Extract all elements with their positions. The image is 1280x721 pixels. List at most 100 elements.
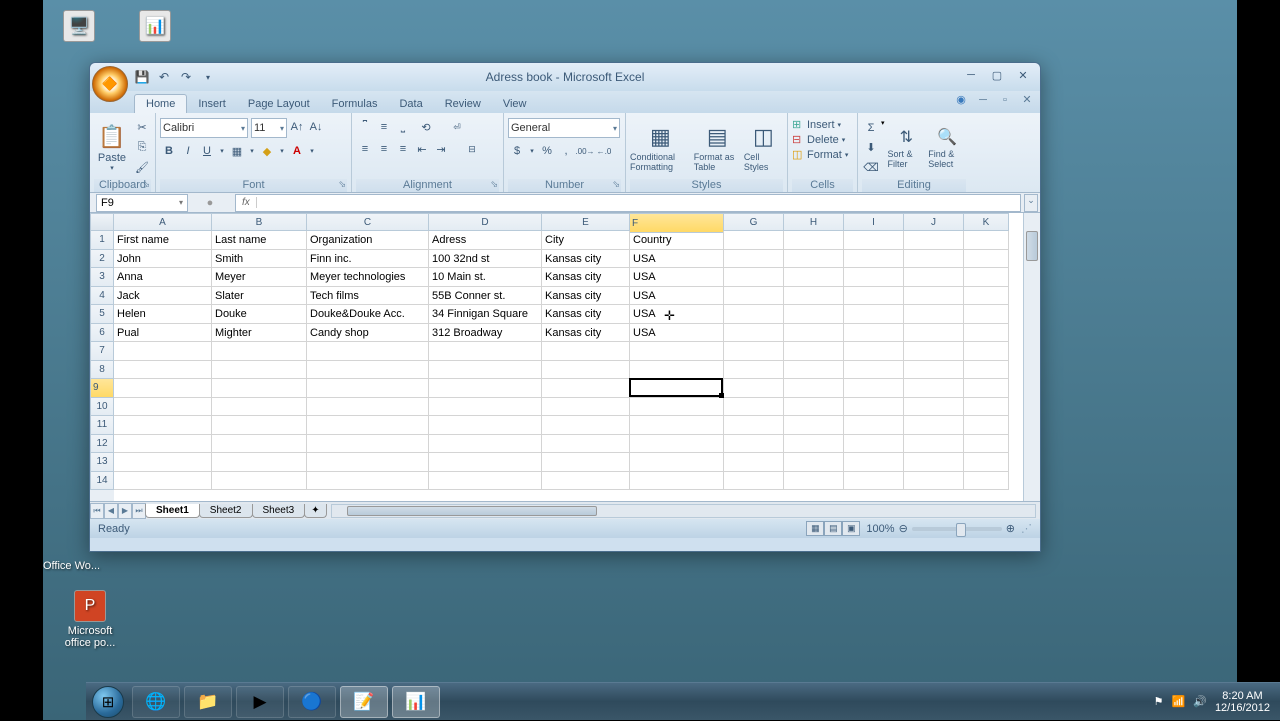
- row-header-6[interactable]: 6: [90, 324, 114, 343]
- taskbar-excel-icon[interactable]: 📊: [392, 686, 440, 718]
- percent-icon[interactable]: %: [538, 142, 556, 160]
- cell[interactable]: City: [542, 231, 630, 250]
- cell[interactable]: [784, 231, 844, 250]
- tab-formulas[interactable]: Formulas: [321, 95, 389, 113]
- zoom-out-icon[interactable]: ⊖: [899, 522, 908, 535]
- cell[interactable]: [844, 231, 904, 250]
- cell[interactable]: [630, 342, 724, 361]
- comma-icon[interactable]: ,: [557, 142, 575, 160]
- row-header-14[interactable]: 14: [90, 472, 114, 491]
- orientation-icon[interactable]: ⟲: [417, 118, 435, 136]
- cell[interactable]: [964, 453, 1009, 472]
- cell[interactable]: [784, 472, 844, 491]
- cell[interactable]: [724, 453, 784, 472]
- save-icon[interactable]: 💾: [134, 69, 150, 85]
- cell[interactable]: [542, 435, 630, 454]
- cell[interactable]: [630, 472, 724, 491]
- vertical-scrollbar[interactable]: [1023, 213, 1040, 501]
- cell[interactable]: [904, 435, 964, 454]
- clipboard-dialog-icon[interactable]: ⬂: [142, 179, 150, 190]
- cell[interactable]: Helen: [114, 305, 212, 324]
- cell[interactable]: Candy shop: [307, 324, 429, 343]
- cell[interactable]: Jack: [114, 287, 212, 306]
- desktop-icon-excel[interactable]: 📊: [131, 10, 179, 45]
- cell[interactable]: [114, 361, 212, 380]
- zoom-in-icon[interactable]: ⊕: [1006, 522, 1015, 535]
- cell[interactable]: [212, 453, 307, 472]
- cell[interactable]: [212, 361, 307, 380]
- increase-font-icon[interactable]: A↑: [288, 118, 306, 136]
- cell[interactable]: [724, 398, 784, 417]
- cell[interactable]: [784, 416, 844, 435]
- cell[interactable]: Kansas city: [542, 287, 630, 306]
- cell[interactable]: [724, 305, 784, 324]
- taskbar-clock[interactable]: 8:20 AM12/16/2012: [1215, 690, 1270, 714]
- tab-view[interactable]: View: [492, 95, 538, 113]
- cell[interactable]: Kansas city: [542, 250, 630, 269]
- cell[interactable]: Last name: [212, 231, 307, 250]
- cell[interactable]: [307, 379, 429, 398]
- cell[interactable]: [114, 453, 212, 472]
- cell[interactable]: Anna: [114, 268, 212, 287]
- cell[interactable]: USA: [630, 324, 724, 343]
- sheet-nav-next-icon[interactable]: ▶: [118, 503, 132, 519]
- resize-grip-icon[interactable]: ⋰: [1021, 522, 1032, 535]
- format-painter-icon[interactable]: 🖌: [133, 159, 151, 177]
- view-normal-icon[interactable]: ▦: [806, 521, 824, 536]
- cell[interactable]: [307, 416, 429, 435]
- cell[interactable]: [212, 416, 307, 435]
- row-header-10[interactable]: 10: [90, 398, 114, 417]
- cell[interactable]: [429, 435, 542, 454]
- cell[interactable]: [724, 342, 784, 361]
- cell[interactable]: 34 Finnigan Square: [429, 305, 542, 324]
- tab-data[interactable]: Data: [388, 95, 433, 113]
- italic-button[interactable]: I: [179, 142, 197, 160]
- cell[interactable]: [964, 416, 1009, 435]
- align-middle-icon[interactable]: ≡: [375, 118, 393, 136]
- tray-network-icon[interactable]: 📶: [1172, 695, 1186, 708]
- cell[interactable]: 55B Conner st.: [429, 287, 542, 306]
- cell[interactable]: 312 Broadway: [429, 324, 542, 343]
- align-right-icon[interactable]: ≡: [394, 140, 412, 158]
- increase-indent-icon[interactable]: ⇥: [432, 140, 450, 158]
- desktop[interactable]: 🖥️ 📊 Office Wo... PMicrosoft office po..…: [43, 0, 1237, 720]
- zoom-slider[interactable]: [912, 527, 1002, 531]
- cell[interactable]: [844, 435, 904, 454]
- cell[interactable]: Meyer technologies: [307, 268, 429, 287]
- fill-icon[interactable]: ⬇: [862, 139, 880, 157]
- cell[interactable]: [724, 287, 784, 306]
- row-header-7[interactable]: 7: [90, 342, 114, 361]
- decrease-indent-icon[interactable]: ⇤: [413, 140, 431, 158]
- format-cells-button[interactable]: ◫Format▾: [792, 148, 853, 161]
- cell[interactable]: [784, 435, 844, 454]
- cell[interactable]: Smith: [212, 250, 307, 269]
- office-button[interactable]: 🔶: [92, 66, 128, 102]
- cell[interactable]: [212, 472, 307, 491]
- column-header-F[interactable]: F: [630, 213, 724, 233]
- cell[interactable]: [307, 472, 429, 491]
- decrease-font-icon[interactable]: A↓: [307, 118, 325, 136]
- cell[interactable]: [212, 379, 307, 398]
- close-button[interactable]: ✕: [1016, 69, 1030, 82]
- cell[interactable]: [114, 379, 212, 398]
- sheet-tab-2[interactable]: Sheet2: [199, 504, 253, 518]
- cell[interactable]: [630, 398, 724, 417]
- cell[interactable]: [904, 398, 964, 417]
- cell[interactable]: [904, 268, 964, 287]
- fontcolor-dropdown-icon[interactable]: ▾: [307, 142, 317, 160]
- cell[interactable]: [429, 453, 542, 472]
- select-all-corner[interactable]: [90, 213, 114, 231]
- cell[interactable]: [964, 379, 1009, 398]
- cell[interactable]: [904, 453, 964, 472]
- column-header-E[interactable]: E: [542, 213, 630, 231]
- desktop-icon-computer[interactable]: 🖥️: [55, 10, 103, 45]
- row-header-11[interactable]: 11: [90, 416, 114, 435]
- cell[interactable]: Tech films: [307, 287, 429, 306]
- border-icon[interactable]: ▦: [228, 142, 246, 160]
- fill-dropdown-icon[interactable]: ▾: [277, 142, 287, 160]
- qat-dropdown-icon[interactable]: ▾: [200, 69, 216, 85]
- cell[interactable]: USA: [630, 287, 724, 306]
- cell[interactable]: [114, 472, 212, 491]
- align-bottom-icon[interactable]: ⎵: [394, 118, 412, 136]
- cell[interactable]: [724, 472, 784, 491]
